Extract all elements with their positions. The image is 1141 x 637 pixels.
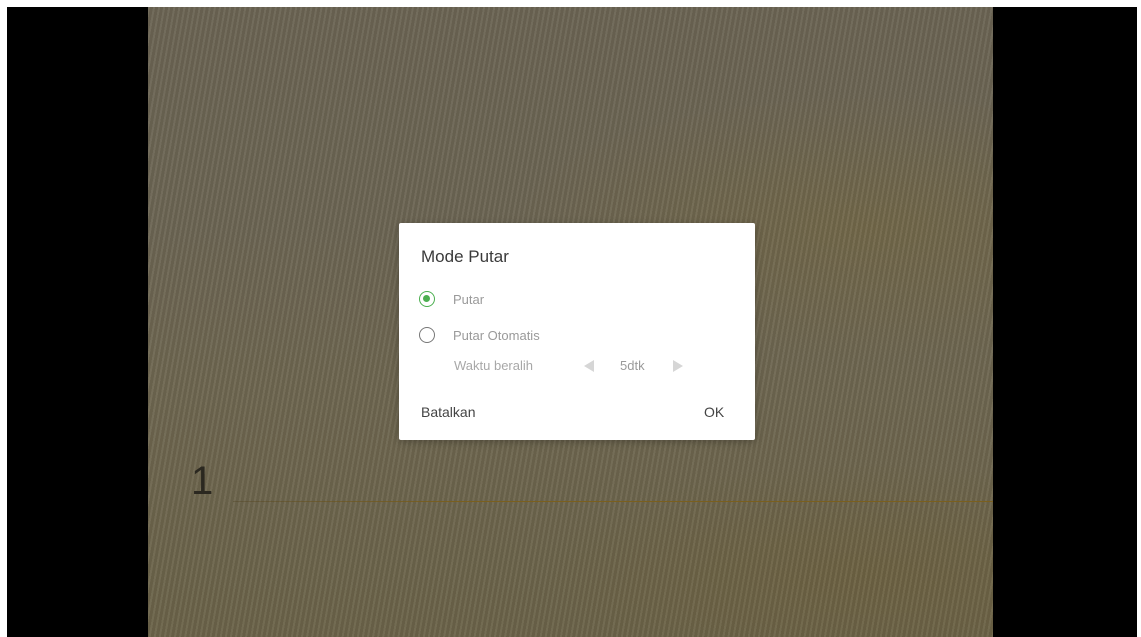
slide-divider-line: [233, 501, 993, 502]
play-mode-dialog: Mode Putar Putar Putar Otomatis Waktu be…: [399, 223, 755, 440]
option-autoplay-label: Putar Otomatis: [453, 327, 540, 343]
radio-selected-icon[interactable]: [419, 291, 435, 307]
option-play-label: Putar: [453, 291, 485, 307]
ok-button[interactable]: OK: [704, 404, 724, 420]
radio-unselected-icon[interactable]: [419, 327, 435, 343]
slide-number: 1: [191, 459, 214, 503]
interval-increase-icon[interactable]: [673, 360, 683, 372]
cancel-button[interactable]: Batalkan: [421, 404, 475, 420]
viewer-frame: 1 Mode Putar Putar Putar Otomatis Waktu …: [7, 7, 1137, 637]
dialog-title: Mode Putar: [421, 247, 509, 266]
interval-label: Waktu beralih: [454, 358, 533, 373]
option-play[interactable]: Putar: [419, 289, 484, 309]
interval-decrease-icon[interactable]: [584, 360, 594, 372]
interval-value: 5dtk: [620, 358, 645, 373]
option-autoplay[interactable]: Putar Otomatis: [419, 325, 540, 345]
